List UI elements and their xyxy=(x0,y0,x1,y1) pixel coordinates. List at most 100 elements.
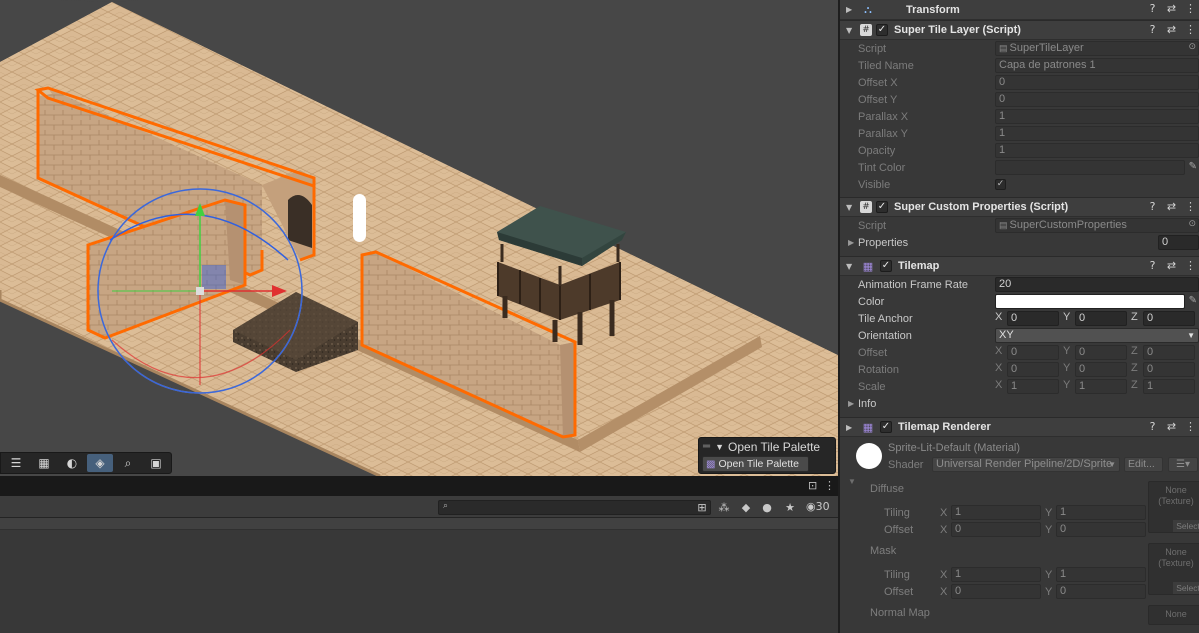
mask-tiling-x-field[interactable]: 1 xyxy=(951,567,1041,582)
expand-arrow-icon[interactable]: ▶ xyxy=(848,399,854,408)
help-icon[interactable]: ? xyxy=(1146,200,1159,213)
properties-count-field[interactable]: 0 xyxy=(1158,235,1199,250)
drag-handle-icon[interactable]: ═ xyxy=(703,441,710,452)
help-icon[interactable]: ? xyxy=(1146,420,1159,433)
diffuse-tiling-y-field[interactable]: 1 xyxy=(1056,505,1146,520)
collapse-arrow-icon[interactable]: ▼ xyxy=(846,26,856,35)
presets-icon[interactable]: ⇄ xyxy=(1165,259,1178,272)
expand-arrow-icon[interactable]: ▶ xyxy=(846,423,856,432)
open-tile-palette-button[interactable]: ▩ Open Tile Palette xyxy=(702,456,809,472)
tool-settings-icon[interactable]: ☰ xyxy=(3,454,29,472)
animation-frame-rate-field[interactable]: 20 xyxy=(995,277,1199,292)
edit-shader-button[interactable]: Edit... xyxy=(1124,457,1163,472)
tilemap-header[interactable]: ▼ ▦ ✓ Tilemap ? ⇄ ⋮ xyxy=(840,256,1199,276)
parallax-y-field[interactable]: 1 xyxy=(995,126,1199,141)
help-icon[interactable]: ? xyxy=(1146,2,1159,15)
presets-icon[interactable]: ⇄ xyxy=(1165,2,1178,15)
scale-z-field[interactable]: 1 xyxy=(1143,379,1195,394)
offset-z-field[interactable]: 0 xyxy=(1143,345,1195,360)
presets-icon[interactable]: ⇄ xyxy=(1165,23,1178,36)
overlay-header[interactable]: ═ ▼ Open Tile Palette xyxy=(699,438,835,455)
expand-arrow-icon[interactable]: ▶ xyxy=(848,238,854,247)
warning-icon[interactable]: ● xyxy=(759,499,775,515)
tilemap-focus-icon[interactable]: ◈ xyxy=(87,454,113,472)
shader-dropdown[interactable]: Universal Render Pipeline/2D/Sprite ▼ xyxy=(932,457,1120,472)
menu-icon[interactable]: ⋮ xyxy=(1184,259,1197,272)
tile-anchor-x-field[interactable]: 0 xyxy=(1007,311,1059,326)
rotation-y-field[interactable]: 0 xyxy=(1075,362,1127,377)
tile-anchor-y-field[interactable]: 0 xyxy=(1075,311,1127,326)
more-options-icon[interactable]: ⋮ xyxy=(824,479,835,492)
diffuse-texture-slot[interactable]: None (Texture) Select xyxy=(1148,481,1199,533)
select-texture-button[interactable]: Select xyxy=(1173,582,1199,594)
search-field[interactable]: ⌕ xyxy=(438,500,711,515)
enabled-checkbox[interactable]: ✓ xyxy=(880,421,892,433)
search-input[interactable] xyxy=(453,501,693,514)
rotation-x-field[interactable]: 0 xyxy=(1007,362,1059,377)
eyedropper-icon[interactable]: ✎ xyxy=(1189,161,1197,172)
offset-x-field[interactable]: 0 xyxy=(1007,345,1059,360)
menu-icon[interactable]: ⋮ xyxy=(1184,2,1197,15)
tile-anchor-z-field[interactable]: 0 xyxy=(1143,311,1195,326)
material-menu-button[interactable]: ☰▾ xyxy=(1168,457,1198,472)
enabled-checkbox[interactable]: ✓ xyxy=(876,24,888,36)
presets-icon[interactable]: ⇄ xyxy=(1165,200,1178,213)
transform-header[interactable]: ▶ ⛬ Transform ? ⇄ ⋮ xyxy=(840,0,1199,20)
parallax-x-field[interactable]: 1 xyxy=(995,109,1199,124)
normal-map-texture-slot[interactable]: None xyxy=(1148,605,1199,625)
lock-icon[interactable]: ⊡ xyxy=(808,479,817,492)
eyedropper-icon[interactable]: ✎ xyxy=(1189,295,1197,306)
opacity-field[interactable]: 1 xyxy=(995,143,1199,158)
help-icon[interactable]: ? xyxy=(1146,23,1159,36)
object-picker-icon[interactable]: ⊙ xyxy=(1188,42,1196,52)
label-icon[interactable]: ◆ xyxy=(738,499,754,515)
collapse-arrow-icon[interactable]: ▼ xyxy=(715,442,724,452)
menu-icon[interactable]: ⋮ xyxy=(1184,200,1197,213)
scale-x-field[interactable]: 1 xyxy=(1007,379,1059,394)
offset-y-field[interactable]: 0 xyxy=(995,92,1199,107)
object-picker-icon[interactable]: ⊙ xyxy=(1188,219,1196,229)
mask-offset-x-field[interactable]: 0 xyxy=(951,584,1041,599)
camera-icon[interactable]: ▣ xyxy=(143,454,169,472)
menu-icon[interactable]: ⋮ xyxy=(1184,23,1197,36)
tiled-name-field[interactable]: Capa de patrones 1 xyxy=(995,58,1199,73)
collapse-arrow-icon[interactable]: ▼ xyxy=(846,262,856,271)
rotation-z-field[interactable]: 0 xyxy=(1143,362,1195,377)
grid-icon[interactable]: ▦ xyxy=(31,454,57,472)
tint-color-swatch[interactable] xyxy=(995,160,1185,175)
properties-row[interactable]: ▶ Properties 0 xyxy=(840,234,1199,251)
diffuse-tiling-x-field[interactable]: 1 xyxy=(951,505,1041,520)
visible-checkbox[interactable]: ✓ xyxy=(995,179,1006,190)
super-custom-properties-header[interactable]: ▼ # ✓ Super Custom Properties (Script) ?… xyxy=(840,197,1199,217)
color-swatch[interactable] xyxy=(995,294,1185,309)
orientation-dropdown[interactable]: XY ▼ xyxy=(995,328,1199,343)
enabled-checkbox[interactable]: ✓ xyxy=(876,201,888,213)
light-toggle-icon[interactable]: ◐ xyxy=(59,454,85,472)
diffuse-offset-y-field[interactable]: 0 xyxy=(1056,522,1146,537)
help-icon[interactable]: ? xyxy=(1146,259,1159,272)
type-filter-icon[interactable]: ⁂ xyxy=(716,499,732,515)
collapse-arrow-icon[interactable]: ▼ xyxy=(848,477,856,486)
tilemap-renderer-header[interactable]: ▶ ▦ ✓ Tilemap Renderer ? ⇄ ⋮ xyxy=(840,417,1199,437)
filter-icon[interactable]: ⊞ xyxy=(694,499,710,515)
info-foldout[interactable]: ▶ Info xyxy=(840,395,1199,412)
select-texture-button[interactable]: Select xyxy=(1173,520,1199,532)
expand-arrow-icon[interactable]: ▶ xyxy=(846,5,856,14)
scene-view[interactable]: ☰ ▦ ◐ ◈ ⌕ ▣ ═ ▼ Open Tile Palette ▩ Open… xyxy=(0,0,838,476)
enabled-checkbox[interactable]: ✓ xyxy=(880,260,892,272)
scene-canvas[interactable] xyxy=(0,0,838,476)
super-tile-layer-header[interactable]: ▼ # ✓ Super Tile Layer (Script) ? ⇄ ⋮ xyxy=(840,20,1199,40)
scale-y-field[interactable]: 1 xyxy=(1075,379,1127,394)
collapse-arrow-icon[interactable]: ▼ xyxy=(846,203,856,212)
mask-texture-slot[interactable]: None (Texture) Select xyxy=(1148,543,1199,595)
offset-y-field[interactable]: 0 xyxy=(1075,345,1127,360)
diffuse-offset-x-field[interactable]: 0 xyxy=(951,522,1041,537)
mask-tiling-y-field[interactable]: 1 xyxy=(1056,567,1146,582)
visible-count[interactable]: ◉30 xyxy=(806,500,830,513)
search-icon[interactable]: ⌕ xyxy=(115,454,141,472)
menu-icon[interactable]: ⋮ xyxy=(1184,420,1197,433)
presets-icon[interactable]: ⇄ xyxy=(1165,420,1178,433)
offset-x-field[interactable]: 0 xyxy=(995,75,1199,90)
favorite-star-icon[interactable]: ★ xyxy=(782,499,798,515)
mask-offset-y-field[interactable]: 0 xyxy=(1056,584,1146,599)
